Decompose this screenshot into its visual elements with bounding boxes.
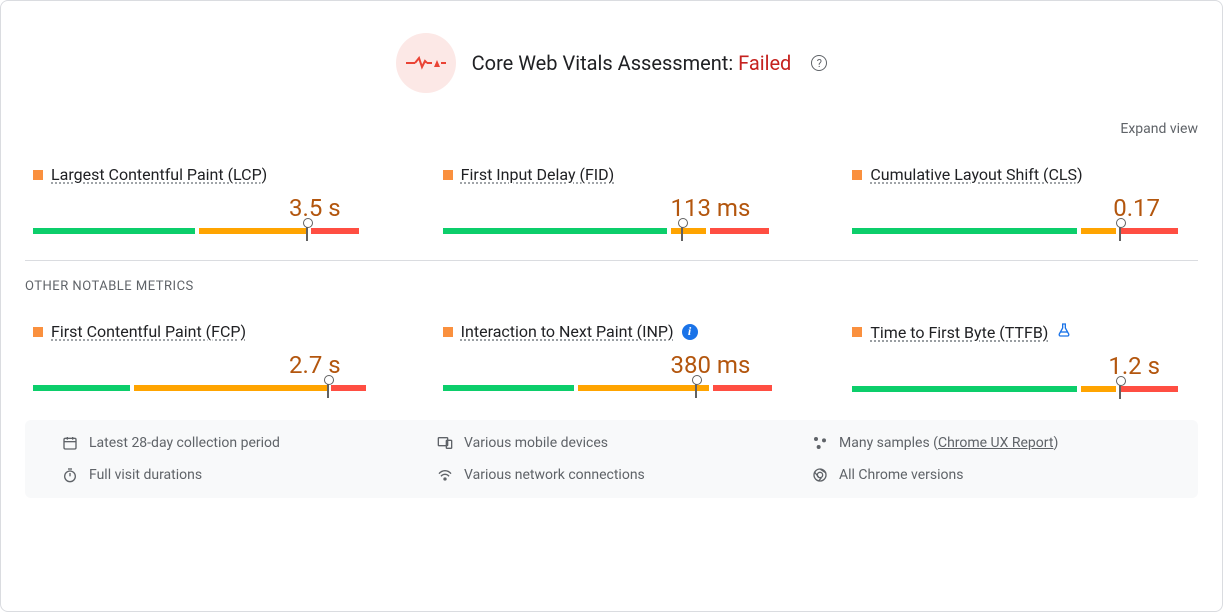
gauge-failed-icon bbox=[396, 33, 456, 93]
footer-samples: Many samples (Chrome UX Report) bbox=[811, 434, 1162, 452]
metric-fid: First Input Delay (FID) 113 ms bbox=[443, 165, 789, 234]
assessment-title-prefix: Core Web Vitals Assessment: bbox=[472, 51, 738, 75]
footer-durations: Full visit durations bbox=[61, 466, 412, 484]
metric-name-lcp[interactable]: Largest Contentful Paint (LCP) bbox=[51, 165, 267, 184]
flask-icon[interactable] bbox=[1056, 322, 1072, 342]
metric-value-fid: 113 ms bbox=[443, 194, 789, 222]
metric-name-inp[interactable]: Interaction to Next Paint (INP) bbox=[461, 322, 674, 341]
assessment-header: Core Web Vitals Assessment: Failed ? bbox=[25, 33, 1198, 93]
calendar-icon bbox=[61, 434, 79, 452]
stopwatch-icon bbox=[61, 466, 79, 484]
core-metrics-row: Largest Contentful Paint (LCP) 3.5 s Fir… bbox=[33, 165, 1198, 234]
status-square-icon bbox=[33, 327, 43, 337]
section-divider bbox=[25, 260, 1198, 261]
status-square-icon bbox=[852, 327, 862, 337]
percentile-marker bbox=[1119, 379, 1121, 399]
network-icon bbox=[436, 466, 454, 484]
metric-value-ttfb: 1.2 s bbox=[852, 352, 1198, 380]
data-summary-footer: Latest 28-day collection period Various … bbox=[25, 420, 1198, 498]
percentile-marker bbox=[695, 378, 697, 398]
distribution-bar-fcp bbox=[33, 385, 379, 391]
distribution-bar-inp bbox=[443, 385, 789, 391]
metric-fcp: First Contentful Paint (FCP) 2.7 s bbox=[33, 322, 379, 392]
help-icon[interactable]: ? bbox=[811, 55, 827, 71]
metric-value-cls: 0.17 bbox=[852, 194, 1198, 222]
chrome-icon bbox=[811, 466, 829, 484]
footer-devices: Various mobile devices bbox=[436, 434, 787, 452]
distribution-bar-fid bbox=[443, 228, 789, 234]
percentile-marker bbox=[306, 221, 308, 241]
percentile-marker bbox=[681, 221, 683, 241]
info-icon[interactable]: i bbox=[682, 324, 698, 340]
distribution-bar-ttfb bbox=[852, 386, 1198, 392]
metric-inp: Interaction to Next Paint (INP) i 380 ms bbox=[443, 322, 789, 392]
crux-report-link[interactable]: Chrome UX Report bbox=[938, 435, 1053, 451]
metric-lcp: Largest Contentful Paint (LCP) 3.5 s bbox=[33, 165, 379, 234]
metric-name-fid[interactable]: First Input Delay (FID) bbox=[461, 165, 615, 184]
footer-versions: All Chrome versions bbox=[811, 466, 1162, 484]
other-metrics-row: First Contentful Paint (FCP) 2.7 s Inter… bbox=[33, 322, 1198, 392]
metric-name-ttfb[interactable]: Time to First Byte (TTFB) bbox=[870, 323, 1048, 342]
footer-collection-period: Latest 28-day collection period bbox=[61, 434, 412, 452]
devices-icon bbox=[436, 434, 454, 452]
expand-view-link[interactable]: Expand view bbox=[1120, 121, 1198, 137]
scatter-icon bbox=[811, 434, 829, 452]
metric-name-cls[interactable]: Cumulative Layout Shift (CLS) bbox=[870, 165, 1082, 184]
other-metrics-label: OTHER NOTABLE METRICS bbox=[25, 279, 1198, 294]
status-square-icon bbox=[33, 170, 43, 180]
metric-value-lcp: 3.5 s bbox=[33, 194, 379, 222]
status-square-icon bbox=[443, 327, 453, 337]
distribution-bar-lcp bbox=[33, 228, 379, 234]
distribution-bar-cls bbox=[852, 228, 1198, 234]
footer-network: Various network connections bbox=[436, 466, 787, 484]
assessment-status: Failed bbox=[738, 51, 791, 75]
core-web-vitals-card: Core Web Vitals Assessment: Failed ? Exp… bbox=[0, 0, 1223, 612]
metric-cls: Cumulative Layout Shift (CLS) 0.17 bbox=[852, 165, 1198, 234]
metric-value-inp: 380 ms bbox=[443, 351, 789, 379]
percentile-marker bbox=[327, 378, 329, 398]
percentile-marker bbox=[1119, 221, 1121, 241]
assessment-title: Core Web Vitals Assessment: Failed bbox=[472, 51, 792, 75]
metric-name-fcp[interactable]: First Contentful Paint (FCP) bbox=[51, 322, 246, 341]
status-square-icon bbox=[443, 170, 453, 180]
metric-ttfb: Time to First Byte (TTFB) 1.2 s bbox=[852, 322, 1198, 392]
status-square-icon bbox=[852, 170, 862, 180]
